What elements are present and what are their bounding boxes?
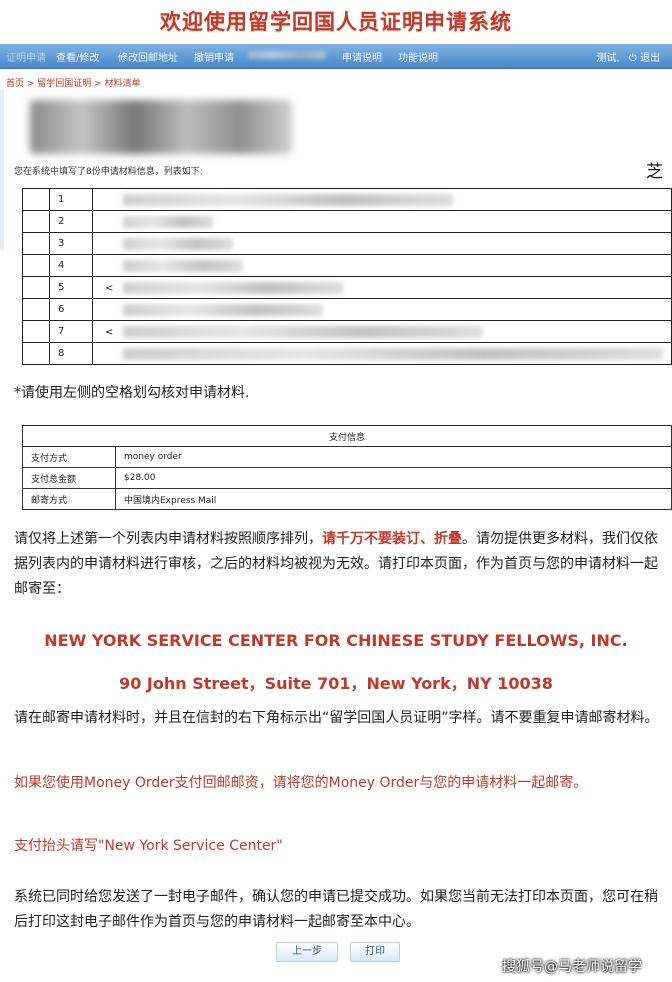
mailing-paragraph: 请在邮寄申请材料时，并且在信封的右下角标示出“留学回国人员证明”字样。请不要重复… [14, 710, 659, 726]
breadcrumb: 首页 > 留学回国证明 > 材料清单 [6, 79, 141, 89]
table-row: 7 < [22, 320, 672, 343]
row-number: 8 [49, 342, 93, 365]
page-title: 欢迎使用留学回国人员证明申请系统 [160, 10, 512, 34]
user-name: 测试, [596, 53, 620, 64]
payment-table: 支付信息 支付方式 money order 支付总金额 $28.00 邮寄方式 … [22, 425, 672, 510]
nav-item-instructions[interactable]: 申请说明 [342, 49, 382, 64]
top-navbar: 证明申请 查看/修改 修改回邮地址 撤销申请 申请说明 功能说明 测试, ⏻ 退… [0, 44, 672, 69]
material-cell [92, 210, 672, 233]
nav-item-features[interactable]: 功能说明 [398, 49, 438, 64]
table-row: 6 [22, 298, 672, 321]
print-button[interactable]: 打印 [350, 942, 400, 962]
nav-item-view-edit[interactable]: 查看/修改 [56, 49, 99, 64]
checkbox-cell[interactable] [22, 298, 50, 321]
row-number: 6 [49, 298, 93, 321]
watermark: 搜狐号@马老师说留学 [502, 959, 642, 975]
table-row: 邮寄方式 中国境内Express Mail [22, 488, 672, 510]
table-row: 1 [22, 188, 672, 211]
banner: 欢迎使用留学回国人员证明申请系统 [0, 0, 672, 44]
corner-character: 芝 [646, 162, 663, 182]
table-row: 2 [22, 210, 672, 233]
prev-button[interactable]: 上一步 [276, 942, 338, 962]
nav-item-blurred[interactable] [248, 51, 326, 61]
breadcrumb-level1[interactable]: 留学回国证明 [37, 79, 91, 89]
nav-item-edit-address[interactable]: 修改回邮地址 [118, 49, 178, 64]
table-row: 4 [22, 254, 672, 277]
user-area: 测试, ⏻ 退出 [597, 49, 660, 64]
row-number: 4 [49, 254, 93, 277]
logout-icon[interactable]: ⏻ [629, 53, 637, 64]
redacted-name [30, 100, 292, 154]
row-number: 1 [49, 188, 93, 211]
checkbox-cell[interactable] [22, 210, 50, 233]
row-number: 3 [49, 232, 93, 255]
payment-value: $28.00 [115, 467, 672, 489]
checkbox-cell[interactable] [22, 188, 50, 211]
left-sidebar-edge [0, 90, 4, 250]
payment-label: 支付总金额 [22, 467, 116, 489]
check-note: *请使用左侧的空格划勾核对申请材料. [14, 385, 250, 401]
checkbox-cell[interactable] [22, 232, 50, 255]
materials-table: 1 2 3 4 5 < 6 7 < 8 [22, 188, 672, 365]
address-org: NEW YORK SERVICE CENTER FOR CHINESE STUD… [44, 631, 628, 650]
breadcrumb-level2: 材料清单 [104, 79, 141, 89]
row-number: 7 [49, 320, 93, 343]
nav-item-apply[interactable]: 证明申请 [6, 49, 46, 64]
material-cell: < [92, 276, 672, 299]
address-street: 90 John Street，Suite 701，New York，NY 100… [119, 674, 553, 693]
table-row: 5 < [22, 276, 672, 299]
warning-text: 请千万不要装订、折叠 [322, 531, 462, 547]
checkbox-cell[interactable] [22, 276, 50, 299]
table-row: 支付信息 [22, 425, 672, 447]
payment-header: 支付信息 [22, 425, 672, 447]
table-row: 支付方式 money order [22, 446, 672, 468]
nav-item-cancel[interactable]: 撤销申请 [194, 49, 234, 64]
checkbox-cell[interactable] [22, 320, 50, 343]
material-cell: < [92, 320, 672, 343]
payment-value: 中国境内Express Mail [115, 488, 672, 510]
checkbox-cell[interactable] [22, 254, 50, 277]
row-number: 2 [49, 210, 93, 233]
table-row: 支付总金额 $28.00 [22, 467, 672, 489]
payment-label: 邮寄方式 [22, 488, 116, 510]
email-paragraph: 系统已同时给您发送了一封电子邮件，确认您的申请已提交成功。如果您当前无法打印本页… [14, 889, 658, 930]
material-cell [92, 254, 672, 277]
payment-value: money order [115, 446, 672, 468]
instruction-paragraph: 请仅将上述第一个列表内申请材料按照顺序排列，请千万不要装订、折叠。请勿提供更多材… [14, 531, 658, 597]
row-number: 5 [49, 276, 93, 299]
material-cell [92, 298, 672, 321]
material-cell [92, 188, 672, 211]
payment-label: 支付方式 [22, 446, 116, 468]
table-row: 3 [22, 232, 672, 255]
money-order-paragraph: 如果您使用Money Order支付回邮邮资，请将您的Money Order与您… [14, 775, 588, 791]
material-cell [92, 342, 672, 365]
checkbox-cell[interactable] [22, 342, 50, 365]
payee-paragraph: 支付抬头请写"New York Service Center" [14, 838, 283, 854]
material-cell [92, 232, 672, 255]
table-row: 8 [22, 342, 672, 365]
breadcrumb-home[interactable]: 首页 [6, 79, 24, 89]
logout-link[interactable]: 退出 [640, 53, 660, 64]
intro-text: 您在系统中填写了8份申请材料信息，列表如下: [14, 167, 203, 177]
